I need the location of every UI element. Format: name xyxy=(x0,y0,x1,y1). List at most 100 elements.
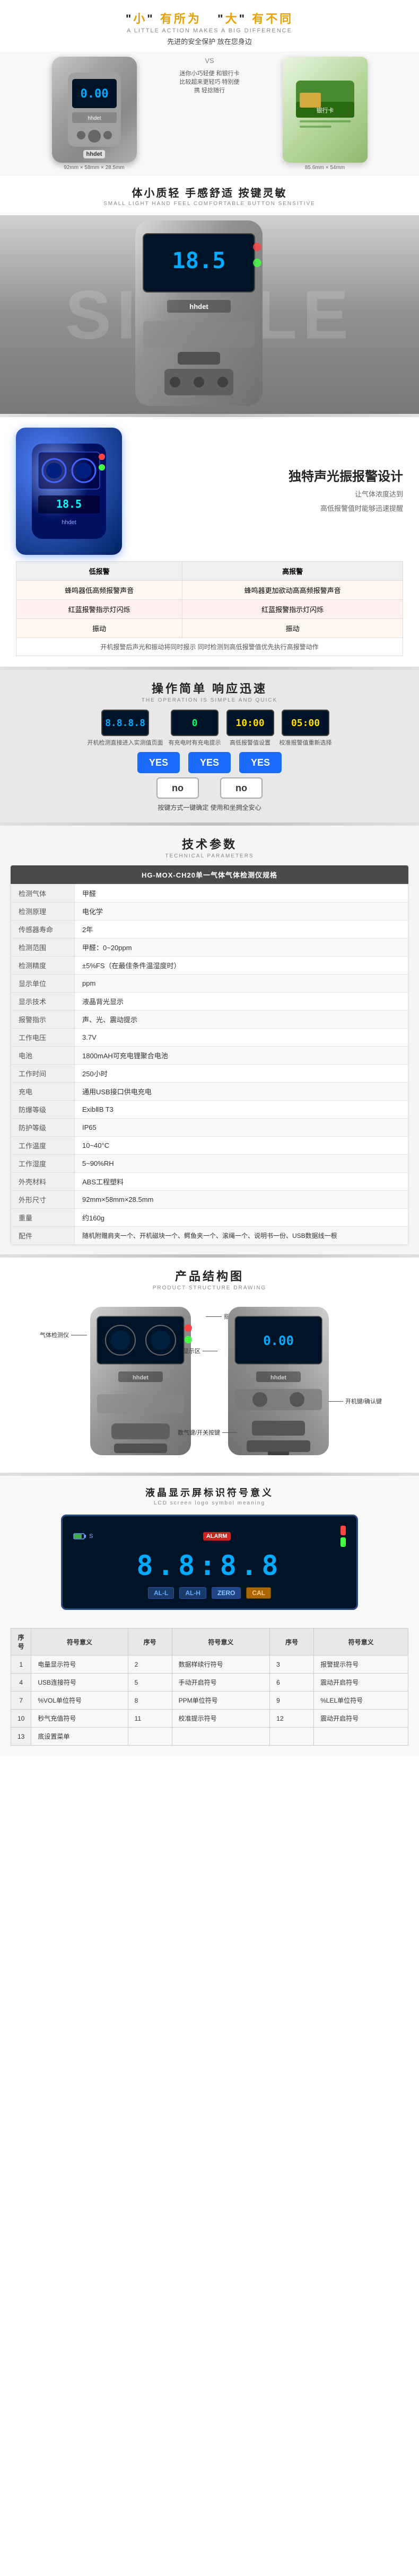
yes-button-1[interactable]: YES xyxy=(137,752,180,773)
op-screen-col-4: 05:00 校准报警值重新选择 xyxy=(280,710,332,747)
table-row: 传感器寿命2年 xyxy=(11,920,408,939)
yes-col-2: YES xyxy=(188,752,231,773)
svg-text:18.5: 18.5 xyxy=(172,247,225,273)
lcd-led-green xyxy=(341,1537,346,1547)
col-meaning-2: 符号意义 xyxy=(172,1628,270,1656)
no-col-2: no xyxy=(220,777,263,799)
structure-title: 产品结构图 PRODUCT STRUCTURE DRAWING xyxy=(11,1267,408,1291)
device-label: hhdet xyxy=(83,150,106,158)
yes-screens: YES YES YES xyxy=(11,752,408,773)
quote-small: 小 xyxy=(133,12,147,25)
lcd-top-row: S ALARM xyxy=(73,1526,346,1547)
alarm-cell: 红蓝报警指示灯闪烁 xyxy=(182,600,403,619)
alarm-section: 18.5 hhdet 独特声光振报警设计 让气体浓度达到 高低报警值时能够迅速提… xyxy=(0,417,419,667)
table-row: 配件随机附赠肩夹一个、开机磁块一个、鳄鱼夹一个、滚绳一个、说明书一份、USB数据… xyxy=(11,1227,408,1245)
lcd-display-mock: S ALARM 8.8:8.8 AL-L AL-H ZERO CAL xyxy=(61,1515,358,1610)
table-row: 重量约160g xyxy=(11,1209,408,1227)
vs-label: VS xyxy=(205,57,214,65)
operation-title: 操作简单 响应迅速 THE OPERATION IS SIMPLE AND QU… xyxy=(11,679,408,703)
tech-title-cn: 技术参数 xyxy=(11,835,408,852)
tagline-main: "小" 有所为 "大" 有不同 xyxy=(11,10,408,26)
table-row: 显示单位ppm xyxy=(11,975,408,993)
device-image: 0.00 hhdet hhdet xyxy=(52,57,137,163)
op-desc-1: 开机检测直接进入实测值页面 xyxy=(88,738,163,747)
comparison-desc: 迷你小巧轻便 和银行卡比较超来更轻巧 特别便携 轻捻随行 xyxy=(178,69,241,94)
col-num-1: 序号 xyxy=(11,1628,31,1656)
comparison-device-col: 0.00 hhdet hhdet 92mm × 58mm × 28.5mm xyxy=(21,57,167,171)
alarm-heading: 独特声光振报警设计 xyxy=(133,468,403,486)
op-screen-col-1: 8.8.8.8 开机检测直接进入实测值页面 xyxy=(88,710,163,747)
svg-text:0.00: 0.00 xyxy=(80,87,108,101)
table-row: 红蓝报警指示灯闪烁 红蓝报警指示灯闪烁 xyxy=(16,600,403,619)
alarm-device-image: 18.5 hhdet xyxy=(16,428,122,555)
table-row: 1 电量显示符号 2 数据样续行符号 3 报警提示符号 xyxy=(11,1656,408,1674)
features-title-en: SMALL LIGHT HAND FEEL COMFORTABLE BUTTON… xyxy=(11,201,408,207)
lcd-bottom-badges: AL-L AL-H ZERO CAL xyxy=(73,1587,346,1599)
yes-button-2[interactable]: YES xyxy=(188,752,231,773)
alarm-sub2: 高低报警值时能够迅速提醒 xyxy=(133,503,403,515)
svg-text:hhdet: hhdet xyxy=(189,303,208,311)
tech-table-wrapper: HG-MOX-CH20单一气体气体检测仪规格 检测气体甲醛 检测原理电化学 传感… xyxy=(11,865,408,1245)
lcd-zero-badge: ZERO xyxy=(212,1587,241,1599)
no-col-1: no xyxy=(156,777,199,799)
lcd-title: 液晶显示屏标识符号意义 LCD screen logo symbol meani… xyxy=(11,1485,408,1506)
alarm-text: 独特声光振报警设计 让气体浓度达到 高低报警值时能够迅速提醒 xyxy=(133,468,403,514)
alarm-cell: 蜂鸣器更加欲动高高频报警声音 xyxy=(182,581,403,600)
table-row: 外形尺寸92mm×58mm×28.5mm xyxy=(11,1191,408,1209)
table-row: 工作电压3.7V xyxy=(11,1029,408,1047)
structure-title-cn: 产品结构图 xyxy=(11,1267,408,1284)
card-image: 银行卡 xyxy=(283,57,368,163)
tech-table-header: HG-MOX-CH20单一气体气体检测仪规格 xyxy=(11,865,408,884)
table-row: 4 USB连接符号 5 手动开启符号 6 震动开启符号 xyxy=(11,1674,408,1692)
alarm-header: 18.5 hhdet 独特声光振报警设计 让气体浓度达到 高低报警值时能够迅速提… xyxy=(16,428,403,555)
structure-diagram: hhdet 指示灯 气体检测仪 xyxy=(11,1302,408,1463)
features-section: 体小质轻 手感舒适 按键灵敏 SMALL LIGHT HAND FEEL COM… xyxy=(0,176,419,215)
op-screen-2: 0 xyxy=(171,710,219,736)
hero-device: 18.5 hhdet xyxy=(125,215,273,414)
lcd-alarm-badge: ALARM xyxy=(203,1532,231,1541)
table-row: 防爆等级ExibⅡB T3 xyxy=(11,1101,408,1119)
lcd-digit-display: 8.8:8.8 xyxy=(136,1550,282,1582)
label-gas-key: 散气键/开关按键 xyxy=(178,1428,237,1437)
table-row: 检测精度±5%FS（在最佳条件温湿度时） xyxy=(11,957,408,975)
label-power-button: 开机键/确认键 xyxy=(328,1397,382,1405)
op-screen-3: 10:00 xyxy=(226,710,274,736)
col-meaning-1: 符号意义 xyxy=(31,1628,128,1656)
table-row: 显示技术液晶背光显示 xyxy=(11,993,408,1011)
op-screen-1: 8.8.8.8 xyxy=(101,710,149,736)
card-dimension: 85.6mm × 54mm xyxy=(252,165,398,171)
has-all: 有所为 xyxy=(160,12,202,25)
lcd-title-cn: 液晶显示屏标识符号意义 xyxy=(11,1485,408,1499)
alarm-note: 开机报警后声光和振动将同时报示 同时检测到高低报警值优先执行高报警动作 xyxy=(16,638,403,656)
table-row: 10 秒气充值符号 11 校准提示符号 12 震动开启符号 xyxy=(11,1710,408,1728)
svg-text:0.00: 0.00 xyxy=(263,1333,294,1348)
table-row: 检测原理电化学 xyxy=(11,902,408,920)
comparison-card-col: 银行卡 85.6mm × 54mm xyxy=(252,57,398,171)
svg-text:银行卡: 银行卡 xyxy=(316,107,334,114)
has-diff: 有不同 xyxy=(252,12,293,25)
table-row: 13 底设置菜单 xyxy=(11,1728,408,1746)
op-desc-3: 高低报警值设置 xyxy=(230,738,270,747)
operation-title-en: THE OPERATION IS SIMPLE AND QUICK xyxy=(11,697,408,703)
svg-text:hhdet: hhdet xyxy=(62,519,76,526)
tagline-en: A LITTLE ACTION MAKES A BIG DIFFERENCE xyxy=(11,28,408,34)
product-hero-section: SIMPLE 18.5 hhdet xyxy=(0,215,419,414)
no-screens: no no xyxy=(11,777,408,799)
lcd-section: 液晶显示屏标识符号意义 LCD screen logo symbol meani… xyxy=(0,1476,419,1628)
op-desc-4: 校准报警值重新选择 xyxy=(280,738,332,747)
lcd-al-h-badge: AL-H xyxy=(179,1587,206,1599)
symbol-table: 序号 符号意义 序号 符号意义 序号 符号意义 1 电量显示符号 2 数据样续行… xyxy=(11,1628,408,1746)
svg-text:hhdet: hhdet xyxy=(270,1375,286,1381)
table-row: 报警指示声、光、震动提示 xyxy=(11,1011,408,1029)
no-button-2[interactable]: no xyxy=(220,777,263,799)
lcd-led-group xyxy=(341,1526,346,1547)
table-row: 振动 振动 xyxy=(16,619,403,638)
yes-button-3[interactable]: YES xyxy=(239,752,282,773)
alarm-cell: 蜂鸣器低高频报警声音 xyxy=(16,581,182,600)
lcd-s-label: S xyxy=(89,1533,93,1539)
table-row: 工作湿度5~90%RH xyxy=(11,1155,408,1173)
tech-title-en: TECHNICAL PARAMETERS xyxy=(11,853,408,859)
alarm-table: 低报警 高报警 蜂鸣器低高频报警声音 蜂鸣器更加欲动高高频报警声音 红蓝报警指示… xyxy=(16,561,403,656)
lcd-led-red xyxy=(341,1526,346,1535)
no-button-1[interactable]: no xyxy=(156,777,199,799)
